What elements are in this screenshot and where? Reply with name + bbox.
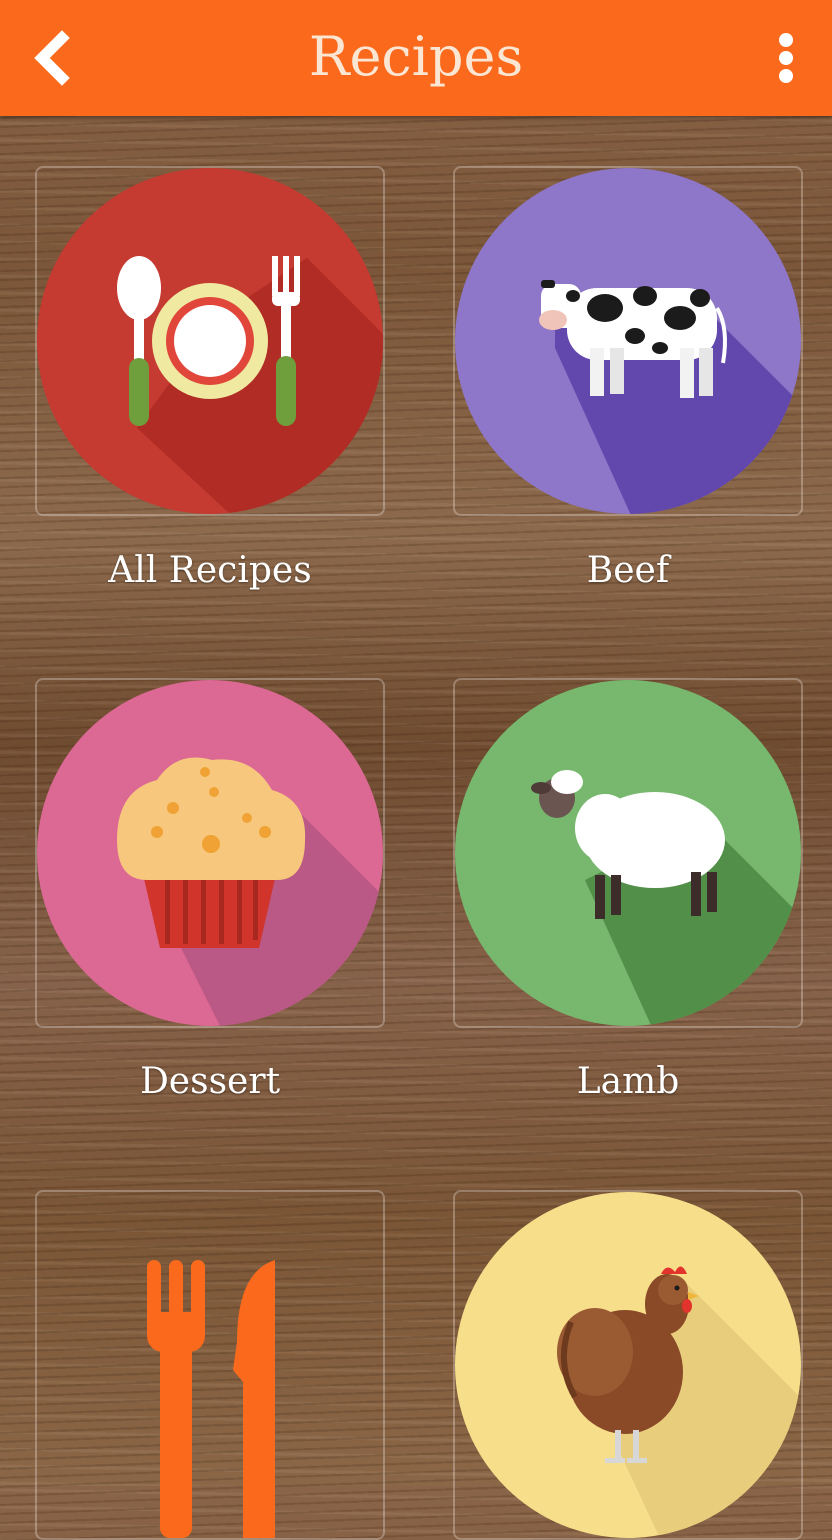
back-button[interactable] [22, 22, 82, 94]
chicken-icon [455, 1192, 801, 1538]
category-tile-6[interactable] [453, 1190, 803, 1540]
category-tile-5[interactable] [35, 1190, 385, 1540]
category-tile-beef[interactable] [453, 166, 803, 516]
category-circle [455, 168, 801, 514]
app-bar: Recipes [0, 0, 832, 116]
category-circle [455, 680, 801, 1026]
category-grid: All Recipes Beef Dessert Lamb [0, 116, 832, 1540]
sheep-icon [455, 680, 801, 1026]
more-vert-icon [779, 33, 793, 83]
fork-knife-icon [147, 1260, 275, 1538]
muffin-icon [37, 680, 383, 1026]
category-label: Dessert [139, 1061, 281, 1102]
category-circle [37, 680, 383, 1026]
category-tile-dessert[interactable] [35, 678, 385, 1028]
category-circle [37, 168, 383, 514]
chevron-left-icon [34, 30, 70, 86]
plate-cutlery-icon [37, 168, 383, 514]
category-tile-all-recipes[interactable] [35, 166, 385, 516]
category-circle [455, 1192, 801, 1538]
cow-icon [455, 168, 801, 514]
category-label: All Recipes [108, 550, 312, 591]
category-tile-lamb[interactable] [453, 678, 803, 1028]
category-label: Lamb [576, 1061, 680, 1102]
category-label: Beef [586, 550, 670, 591]
overflow-menu-button[interactable] [758, 22, 814, 94]
page-title: Recipes [308, 25, 524, 88]
